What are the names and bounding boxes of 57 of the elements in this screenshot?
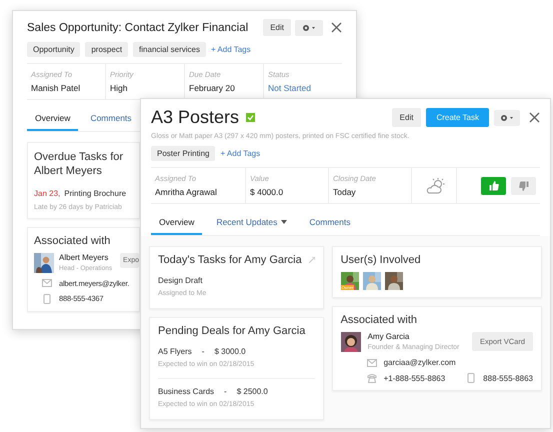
- tag[interactable]: Poster Printing: [151, 146, 216, 161]
- settings-icon: [500, 114, 514, 122]
- contact-mobile: 888-555-8863: [483, 374, 533, 382]
- window-title: Sales Opportunity: Contact Zylker Financial: [27, 22, 248, 34]
- contact-email: garciaa@zylker.com: [384, 358, 456, 367]
- deal-amount: $ 2500.0: [236, 387, 268, 396]
- settings-icon: [302, 24, 316, 32]
- card-title: Pending Deals for Amy Garcia: [158, 325, 306, 337]
- field-value: Today: [333, 187, 357, 197]
- envelope-icon: [366, 358, 377, 366]
- window-title: A3 Posters: [151, 107, 240, 128]
- mobile-phone-icon: [466, 373, 476, 383]
- settings-button[interactable]: [494, 110, 520, 126]
- contact-phone: +1-888-555-8863: [384, 374, 446, 382]
- weather-icon: [426, 178, 446, 194]
- field-value: $ 4000.0: [250, 187, 284, 197]
- deal-amount: $ 3000.0: [214, 347, 246, 356]
- tag[interactable]: financial services: [133, 42, 206, 57]
- tab[interactable]: Recent Updates: [208, 212, 296, 235]
- card-title: Associated with: [34, 234, 110, 247]
- telephone-icon: [366, 373, 377, 383]
- card-title: Overdue Tasks for Albert Meyers: [34, 150, 124, 179]
- thumbs-down-button[interactable]: [511, 176, 536, 194]
- task-name: Printing Brochure: [64, 188, 126, 198]
- close-icon[interactable]: [331, 22, 342, 33]
- thumbs-up-icon: [488, 180, 498, 190]
- tag[interactable]: prospect: [85, 42, 128, 57]
- tag[interactable]: Opportunity: [27, 42, 80, 57]
- field-value: Not Started: [268, 83, 312, 93]
- contact-name: Amy Garcia: [368, 332, 410, 341]
- add-tags-link[interactable]: + Add Tags: [210, 45, 251, 54]
- field-value: February 20: [189, 83, 236, 93]
- edit-button[interactable]: Edit: [392, 108, 422, 127]
- deal-name: A5 Flyers: [158, 347, 192, 356]
- edit-button[interactable]: Edit: [263, 19, 291, 36]
- deal-name: Business Cards: [158, 387, 214, 396]
- mobile-phone-icon: [42, 294, 52, 304]
- field-value: High: [110, 83, 128, 93]
- add-tags-link[interactable]: + Add Tags: [220, 149, 260, 158]
- envelope-icon: [42, 279, 52, 288]
- thumbs-down-icon: [518, 180, 528, 190]
- tab[interactable]: Comments: [301, 212, 358, 235]
- deal-separator: -: [202, 347, 204, 356]
- card-title: Associated with: [340, 314, 417, 326]
- close-icon[interactable]: [529, 112, 540, 123]
- thumbs-up-button[interactable]: [481, 176, 506, 194]
- card-title: User(s) Involved: [340, 254, 421, 266]
- deal-separator: -: [224, 387, 227, 396]
- settings-button[interactable]: [295, 20, 323, 36]
- field-value: Amritha Agrawal: [155, 187, 218, 197]
- field-value: Manish Patel: [31, 83, 82, 93]
- card-title: Today's Tasks for Amy Garcia: [158, 254, 302, 266]
- tab[interactable]: Comments: [82, 108, 140, 131]
- contact-name: Albert Meyers: [59, 252, 110, 262]
- task-date: Jan 23,: [34, 188, 60, 198]
- tab[interactable]: Overview: [27, 108, 78, 131]
- task-name: Design Draft: [158, 276, 202, 285]
